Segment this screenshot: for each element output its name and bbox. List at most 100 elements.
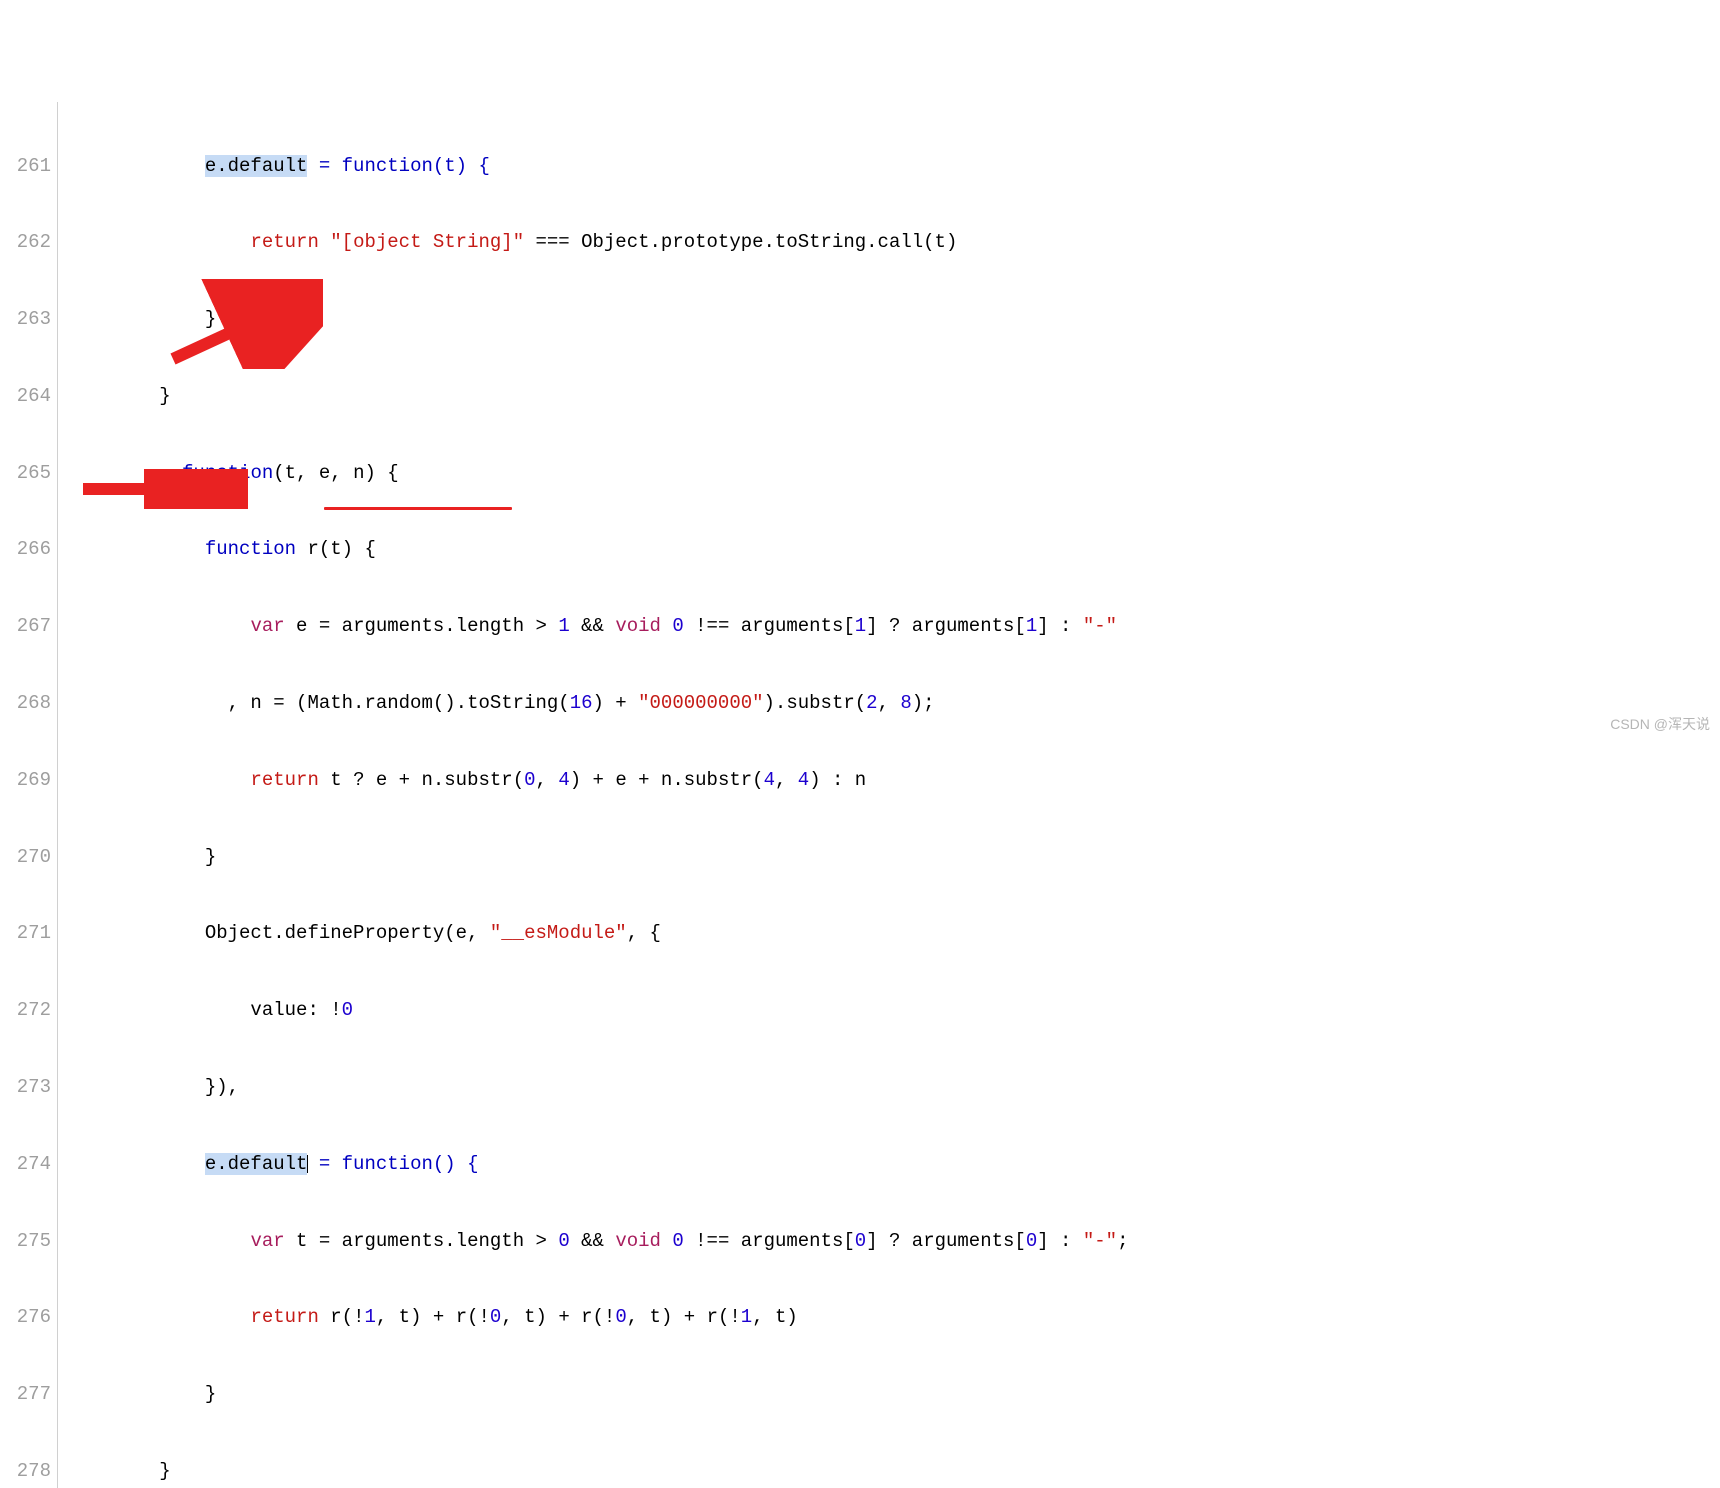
number-literal: 1 (741, 1306, 752, 1328)
line-number: 271 (0, 921, 51, 947)
code-text: , n = (Math.random().toString( (68, 692, 570, 714)
code-text: && (570, 615, 616, 637)
code-line[interactable]: , function(t, e, n) { (68, 461, 1720, 487)
number-literal: 4 (798, 769, 809, 791)
code-text: } (68, 846, 216, 868)
code-line[interactable]: value: !0 (68, 998, 1720, 1024)
code-text: !== arguments[ (684, 615, 855, 637)
code-line[interactable]: } (68, 845, 1720, 871)
code-text: ).substr( (764, 692, 867, 714)
code-text (68, 1306, 250, 1328)
line-number: 266 (0, 537, 51, 563)
code-line[interactable]: function r(t) { (68, 537, 1720, 563)
code-text: } (68, 385, 171, 407)
code-line[interactable]: , n = (Math.random().toString(16) + "000… (68, 691, 1720, 717)
code-line[interactable]: } (68, 307, 1720, 333)
number-literal: 4 (558, 769, 569, 791)
code-line[interactable]: }), (68, 1075, 1720, 1101)
line-number: 270 (0, 845, 51, 871)
line-number: 273 (0, 1075, 51, 1101)
line-number-gutter: 261 262 263 264 265 266 267 268 269 270 … (0, 102, 58, 1488)
line-number: 265 (0, 461, 51, 487)
code-text: (t, e, n) { (273, 462, 398, 484)
number-literal: 0 (342, 999, 353, 1021)
highlight-e-default: e.default (205, 155, 308, 177)
keyword-var: var (250, 1230, 284, 1252)
underline-annotation (324, 507, 512, 510)
keyword-return: return (250, 231, 318, 253)
code-text (68, 231, 250, 253)
line-number: 276 (0, 1305, 51, 1331)
code-line[interactable]: return t ? e + n.substr(0, 4) + e + n.su… (68, 768, 1720, 794)
line-number: 277 (0, 1382, 51, 1408)
keyword-var: var (250, 615, 284, 637)
code-text: , t) + r(! (501, 1306, 615, 1328)
code-text: r(t) { (296, 538, 376, 560)
code-text: } (68, 1460, 171, 1482)
code-text (68, 769, 250, 791)
line-number: 278 (0, 1459, 51, 1485)
number-literal: 0 (524, 769, 535, 791)
highlight-e-default: e.default (205, 1153, 308, 1175)
code-text: , { (627, 922, 661, 944)
number-literal: 8 (900, 692, 911, 714)
number-literal: 0 (855, 1230, 866, 1252)
code-line[interactable]: } (68, 384, 1720, 410)
number-literal: 1 (558, 615, 569, 637)
code-line[interactable]: return r(!1, t) + r(!0, t) + r(!0, t) + … (68, 1305, 1720, 1331)
number-literal: 0 (672, 1230, 683, 1252)
code-text: = function() { (307, 1153, 478, 1175)
code-text: ) + e + n.substr( (570, 769, 764, 791)
keyword-function: function (205, 538, 296, 560)
code-text (68, 1153, 205, 1175)
code-line[interactable]: e.default = function(t) { (68, 154, 1720, 180)
number-literal: 0 (1026, 1230, 1037, 1252)
code-text (661, 1230, 672, 1252)
code-line[interactable]: } (68, 1459, 1720, 1485)
keyword-void: void (615, 1230, 661, 1252)
keyword-return: return (250, 769, 318, 791)
code-text: , (878, 692, 901, 714)
code-text: } (68, 1383, 216, 1405)
line-number: 272 (0, 998, 51, 1024)
line-number: 274 (0, 1152, 51, 1178)
code-text (68, 155, 205, 177)
code-line[interactable]: e.default = function() { (68, 1152, 1720, 1178)
code-text: }), (68, 1076, 239, 1098)
string-literal: "[object String]" (319, 231, 524, 253)
code-text (68, 538, 205, 560)
code-text: } (68, 308, 216, 330)
line-number: 267 (0, 614, 51, 640)
code-content[interactable]: e.default = function(t) { return "[objec… (58, 102, 1720, 1488)
line-number: 261 (0, 154, 51, 180)
code-line[interactable]: } (68, 1382, 1720, 1408)
string-literal: "-" (1083, 1230, 1117, 1252)
code-text (661, 615, 672, 637)
string-literal: "000000000" (638, 692, 763, 714)
code-line[interactable]: Object.defineProperty(e, "__esModule", { (68, 921, 1720, 947)
code-text: ] ? arguments[ (866, 615, 1026, 637)
code-text (68, 1230, 250, 1252)
keyword-void: void (615, 615, 661, 637)
number-literal: 1 (855, 615, 866, 637)
code-text: , t) (752, 1306, 798, 1328)
string-literal: "__esModule" (490, 922, 627, 944)
code-text: ] ? arguments[ (866, 1230, 1026, 1252)
code-line[interactable]: var t = arguments.length > 0 && void 0 !… (68, 1229, 1720, 1255)
keyword-return: return (250, 1306, 318, 1328)
code-text: , t) + r(! (627, 1306, 741, 1328)
line-number: 269 (0, 768, 51, 794)
line-number: 263 (0, 307, 51, 333)
code-text: ) + (593, 692, 639, 714)
code-text: ] : (1037, 1230, 1083, 1252)
code-line[interactable]: return "[object String]" === Object.prot… (68, 230, 1720, 256)
code-text: ) : n (809, 769, 866, 791)
code-text: ; (1117, 1230, 1128, 1252)
number-literal: 16 (570, 692, 593, 714)
code-text: , (775, 769, 798, 791)
code-text: ] : (1037, 615, 1083, 637)
line-number: 268 (0, 691, 51, 717)
number-literal: 0 (558, 1230, 569, 1252)
code-line[interactable]: var e = arguments.length > 1 && void 0 !… (68, 614, 1720, 640)
code-editor: 261 262 263 264 265 266 267 268 269 270 … (0, 102, 1720, 1488)
